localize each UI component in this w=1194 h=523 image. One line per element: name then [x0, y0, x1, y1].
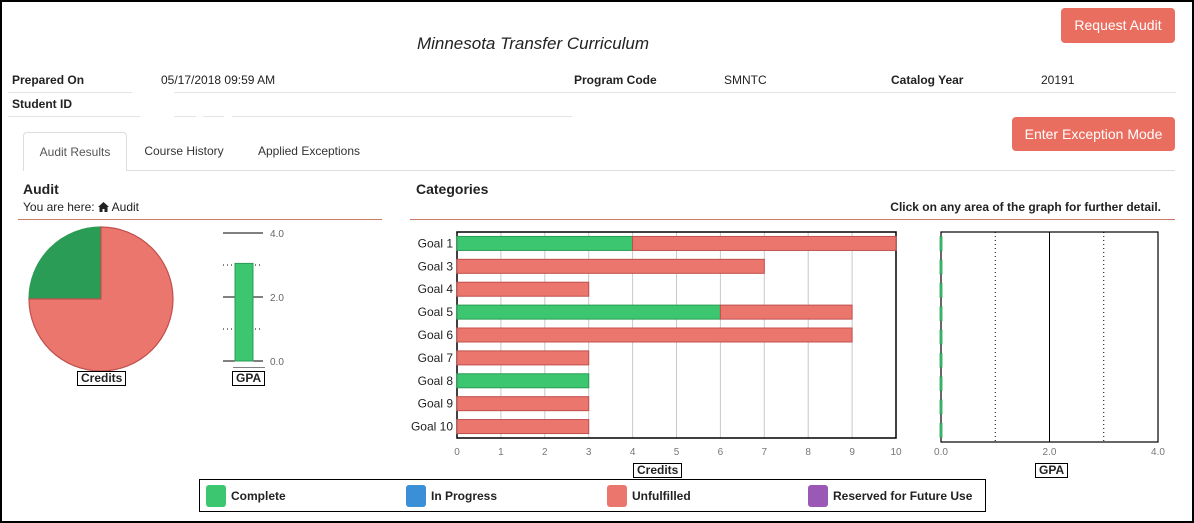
credits-pie-chart[interactable]: [25, 224, 177, 374]
x-tick-label: 9: [849, 447, 855, 458]
credits-axis-label: Credits: [633, 463, 683, 478]
breadcrumb-audit-link[interactable]: Audit: [112, 200, 139, 214]
legend-label: In Progress: [431, 489, 498, 503]
graph-hint: Click on any area of the graph for furth…: [890, 200, 1161, 214]
x-tick-label: 5: [674, 447, 680, 458]
gpa-category-bar[interactable]: [939, 352, 943, 368]
bar-complete[interactable]: [456, 304, 721, 320]
gpa-category-bar[interactable]: [939, 306, 943, 322]
divider: [8, 116, 140, 117]
category-label: Goal 8: [418, 374, 454, 388]
x-tick-label: 2: [542, 447, 548, 458]
audit-rule: [18, 219, 382, 220]
gpa-x-tick-label: 4.0: [1151, 447, 1165, 458]
prepared-on-value: 05/17/2018 09:59 AM: [161, 73, 276, 87]
category-label: Goal 3: [418, 259, 454, 273]
gpa-category-bar[interactable]: [939, 376, 943, 392]
prepared-on-label: Prepared On: [12, 73, 85, 87]
bar-unfulfilled[interactable]: [456, 396, 590, 412]
x-tick-label: 7: [762, 447, 768, 458]
credits-bar-chart[interactable]: 0 1 2 3 4 5 6 7 8 9 10 Goal 1 Goal 3 Goal 4 Goal 5 Goal…: [400, 228, 920, 463]
x-tick-label: 6: [718, 447, 724, 458]
page-title: Minnesota Transfer Curriculum: [416, 34, 650, 53]
pie-slice-complete[interactable]: [28, 226, 102, 300]
categories-heading: Categories: [416, 181, 489, 197]
tab-course-history[interactable]: Course History: [133, 132, 235, 171]
catalog-year-value: 20191: [1041, 73, 1075, 87]
unfulfilled-swatch: [607, 485, 627, 507]
gpa-category-bar[interactable]: [939, 399, 943, 415]
credits-pie-label: Credits: [77, 371, 127, 386]
gpa-category-chart[interactable]: 0.0 2.0 4.0: [925, 228, 1180, 463]
gpa-bar-chart[interactable]: 0.0 2.0 4.0: [215, 226, 295, 368]
legend-label: Reserved for Future Use: [833, 489, 973, 503]
tab-audit-results[interactable]: Audit Results: [23, 132, 127, 171]
complete-swatch: [206, 485, 226, 507]
legend-label: Unfulfilled: [632, 489, 691, 503]
in-progress-swatch: [406, 485, 426, 507]
bar-complete[interactable]: [456, 373, 590, 389]
bar-unfulfilled[interactable]: [456, 350, 590, 366]
legend-label: Complete: [231, 489, 286, 503]
catalog-year-label: Catalog Year: [891, 73, 964, 87]
program-code-value: SMNTC: [724, 73, 767, 87]
gpa-bar-label: GPA: [232, 371, 266, 386]
gpa-axis-label: GPA: [1035, 463, 1069, 478]
x-tick-label: 4: [630, 447, 636, 458]
bar-unfulfilled[interactable]: [456, 327, 853, 343]
bar-unfulfilled[interactable]: [456, 258, 765, 274]
category-label: Goal 1: [418, 236, 454, 250]
divider: [203, 116, 224, 117]
student-id-label: Student ID: [12, 97, 72, 111]
category-label: Goal 6: [418, 328, 454, 342]
divider: [232, 116, 572, 117]
breadcrumb-prefix: You are here:: [23, 200, 95, 214]
home-icon: [97, 201, 109, 215]
program-code-label: Program Code: [574, 73, 657, 87]
bar-unfulfilled[interactable]: [456, 419, 590, 435]
gpa-category-bar[interactable]: [939, 329, 943, 345]
category-label: Goal 5: [418, 305, 454, 319]
category-label: Goal 10: [411, 420, 453, 434]
bar-unfulfilled[interactable]: [632, 235, 897, 251]
category-label: Goal 4: [418, 282, 454, 296]
gpa-category-bar[interactable]: [939, 422, 943, 438]
reserved-swatch: [808, 485, 828, 507]
gpa-bar[interactable]: [234, 262, 254, 362]
x-tick-label: 1: [498, 447, 504, 458]
categories-rule: [410, 219, 1175, 220]
audit-heading: Audit: [23, 181, 59, 197]
category-label: Goal 9: [418, 397, 454, 411]
gpa-category-bar[interactable]: [939, 236, 943, 252]
divider: [174, 92, 1176, 93]
gpa-category-bar[interactable]: [939, 282, 943, 298]
x-tick-label: 8: [805, 447, 811, 458]
gpa-x-tick-label: 0.0: [934, 447, 948, 458]
breadcrumb: You are here: Audit: [23, 200, 139, 215]
bar-unfulfilled[interactable]: [456, 281, 590, 297]
x-tick-label: 3: [586, 447, 592, 458]
enter-exception-mode-button[interactable]: Enter Exception Mode: [1012, 117, 1175, 151]
bar-unfulfilled[interactable]: [719, 304, 853, 320]
x-tick-label: 10: [890, 447, 902, 458]
request-audit-button[interactable]: Request Audit: [1061, 8, 1175, 43]
gpa-x-tick-label: 2.0: [1043, 447, 1057, 458]
gpa-tick-label: 0.0: [270, 357, 284, 368]
x-tick-label: 0: [454, 447, 460, 458]
divider: [174, 116, 196, 117]
gpa-tick-label: 4.0: [270, 229, 284, 240]
tab-applied-exceptions[interactable]: Applied Exceptions: [245, 132, 373, 171]
divider: [8, 92, 132, 93]
category-label: Goal 7: [418, 351, 454, 365]
gpa-tick-label: 2.0: [270, 293, 284, 304]
gpa-category-bar[interactable]: [939, 259, 943, 275]
legend: Complete In Progress Unfulfilled Reserve…: [199, 479, 986, 512]
bar-complete[interactable]: [456, 235, 634, 251]
